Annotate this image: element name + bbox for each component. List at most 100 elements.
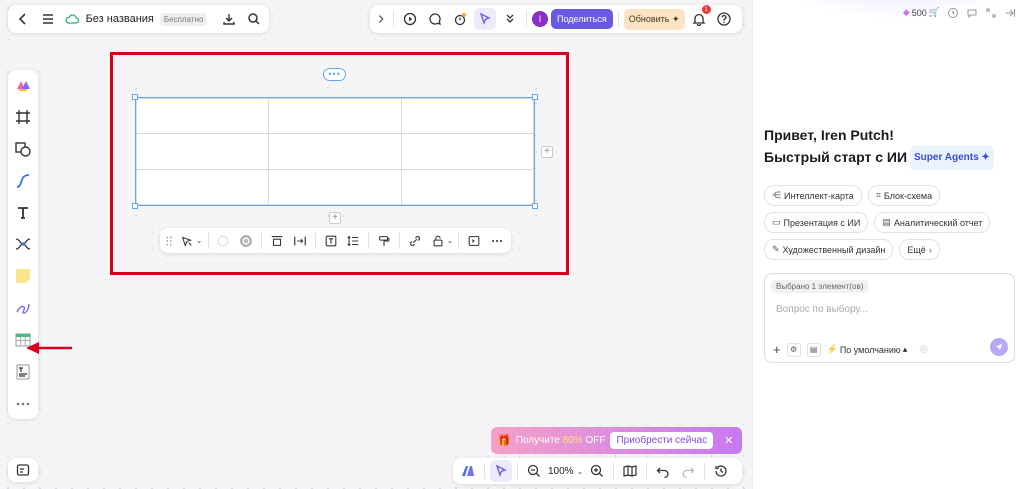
drag-handle-icon[interactable] bbox=[164, 231, 174, 251]
resize-handle[interactable] bbox=[532, 203, 538, 209]
resize-handle[interactable] bbox=[132, 94, 138, 100]
search-icon[interactable] bbox=[244, 8, 263, 30]
collapse-panel-icon[interactable] bbox=[1003, 6, 1016, 19]
text-icon[interactable] bbox=[11, 201, 35, 224]
greeting-line-2: Быстрый старт с ИИ bbox=[764, 149, 908, 165]
add-icon[interactable]: + bbox=[773, 342, 781, 357]
chip-mindmap[interactable]: ⋲ Интеллект-карта bbox=[764, 185, 862, 206]
chip-analytic-report[interactable]: ▤ Аналитический отчет bbox=[874, 212, 991, 233]
add-row-button[interactable]: + bbox=[329, 212, 341, 224]
history-icon[interactable] bbox=[710, 460, 732, 482]
table-cell[interactable] bbox=[268, 97, 402, 135]
share-button[interactable]: Поделиться bbox=[551, 9, 613, 29]
chat-controls: + ⚙ ▤ ⚡ По умолчанию ▴ ◎ bbox=[773, 342, 928, 357]
select-cursor-icon[interactable] bbox=[490, 460, 512, 482]
document-title[interactable]: Без названия bbox=[86, 13, 154, 25]
more-icon[interactable] bbox=[11, 392, 35, 415]
avatar[interactable]: I bbox=[532, 11, 548, 27]
map-book-icon[interactable] bbox=[619, 460, 641, 482]
present-play-icon[interactable] bbox=[399, 8, 421, 30]
resize-handle[interactable] bbox=[132, 203, 138, 209]
cursor-follow-icon[interactable] bbox=[474, 8, 496, 30]
chip-label: Аналитический отчет bbox=[893, 217, 983, 228]
back-icon[interactable] bbox=[14, 8, 33, 30]
chevron-right-icon[interactable] bbox=[374, 8, 388, 30]
left-toolbar bbox=[8, 70, 38, 419]
help-icon[interactable] bbox=[713, 8, 735, 30]
chevron-down-icon[interactable]: ⌄ bbox=[577, 467, 584, 476]
mindmap-icon[interactable] bbox=[11, 233, 35, 256]
zoom-level[interactable]: 100% bbox=[548, 466, 574, 477]
comment-icon[interactable] bbox=[424, 8, 446, 30]
minimap-icon[interactable] bbox=[12, 459, 34, 481]
chip-label: Блок-схема bbox=[883, 190, 933, 201]
expand-icon[interactable] bbox=[984, 6, 997, 19]
table-cell[interactable] bbox=[135, 168, 270, 206]
chip-art-design[interactable]: ✎ Художественный дизайн bbox=[764, 239, 894, 260]
download-icon[interactable] bbox=[219, 8, 238, 30]
selected-elements-tag[interactable]: Выбрано 1 элемент(ов) bbox=[771, 280, 869, 293]
ai-tools-icon[interactable]: ⚙ bbox=[786, 342, 801, 357]
credits-display[interactable]: ◆ 500 🛒 bbox=[903, 7, 940, 18]
table-cell[interactable] bbox=[400, 133, 535, 170]
more-options-icon[interactable]: ••• bbox=[323, 68, 346, 81]
link-icon[interactable] bbox=[405, 231, 425, 251]
chat-icon[interactable] bbox=[965, 6, 978, 19]
super-agents-badge[interactable]: Super Agents ✦ bbox=[910, 146, 994, 171]
model-selector[interactable]: ⚡ По умолчанию ▴ bbox=[827, 344, 908, 355]
distribute-icon[interactable] bbox=[290, 231, 310, 251]
upgrade-button[interactable]: Обновить ✦ bbox=[623, 8, 685, 30]
chevron-down-icon[interactable]: ⌄ bbox=[196, 236, 203, 245]
table-cell[interactable] bbox=[135, 97, 270, 135]
align-top-icon[interactable] bbox=[267, 231, 287, 251]
globe-icon[interactable]: ◎ bbox=[919, 344, 928, 355]
chat-input[interactable]: Вопрос по выбору... bbox=[776, 304, 868, 315]
redo-icon[interactable] bbox=[677, 460, 699, 482]
timer-icon[interactable] bbox=[449, 8, 471, 30]
table-cell[interactable] bbox=[268, 168, 402, 206]
chevron-down-icon[interactable]: ⌄ bbox=[447, 236, 454, 245]
prompt-template-icon[interactable]: ▤ bbox=[806, 342, 821, 357]
send-button[interactable] bbox=[990, 338, 1008, 356]
text-template-icon[interactable] bbox=[11, 360, 35, 383]
sticky-note-icon[interactable] bbox=[11, 265, 35, 288]
lock-icon[interactable] bbox=[428, 231, 448, 251]
text-format-icon[interactable] bbox=[321, 231, 341, 251]
ai-assist-icon[interactable] bbox=[177, 231, 197, 251]
top-action-bar: I Поделиться Обновить ✦ 1 bbox=[370, 5, 742, 33]
fill-color-icon[interactable] bbox=[213, 231, 233, 251]
double-chevron-down-icon[interactable] bbox=[499, 8, 521, 30]
zoom-out-icon[interactable] bbox=[523, 460, 545, 482]
line-height-icon[interactable] bbox=[343, 231, 363, 251]
table-cell[interactable] bbox=[268, 133, 402, 170]
table-cell[interactable] bbox=[400, 97, 535, 135]
pen-icon[interactable] bbox=[11, 297, 35, 320]
frame-icon[interactable] bbox=[11, 106, 35, 129]
table-cell[interactable] bbox=[400, 168, 535, 206]
format-painter-icon[interactable] bbox=[374, 231, 394, 251]
history-icon[interactable] bbox=[946, 6, 959, 19]
notifications-bell-icon[interactable]: 1 bbox=[688, 5, 711, 30]
code-block-icon[interactable] bbox=[464, 231, 484, 251]
divider bbox=[646, 463, 648, 479]
table-cell[interactable] bbox=[135, 133, 270, 170]
divider bbox=[458, 232, 460, 249]
zoom-in-icon[interactable] bbox=[586, 460, 608, 482]
brand-logo-icon[interactable] bbox=[11, 74, 35, 97]
divider bbox=[613, 463, 615, 479]
more-options-icon[interactable] bbox=[487, 231, 507, 251]
chip-presentation[interactable]: ▭ Презентация с ИИ bbox=[764, 212, 869, 233]
connector-icon[interactable] bbox=[11, 169, 35, 192]
chip-more[interactable]: Ещё › bbox=[899, 239, 940, 260]
border-color-icon[interactable] bbox=[236, 231, 256, 251]
undo-icon[interactable] bbox=[652, 460, 674, 482]
chip-flowchart[interactable]: ⌗ Блок-схема bbox=[867, 185, 941, 206]
add-column-button[interactable]: + bbox=[541, 146, 553, 158]
close-icon[interactable]: ✕ bbox=[724, 434, 733, 447]
buy-now-button[interactable]: Приобрести сейчас bbox=[610, 432, 714, 449]
table-element[interactable] bbox=[135, 97, 535, 206]
shapes-icon[interactable] bbox=[11, 138, 35, 161]
resize-handle[interactable] bbox=[532, 94, 538, 100]
menu-icon[interactable] bbox=[39, 8, 58, 30]
ai-logo-icon[interactable] bbox=[457, 460, 479, 482]
